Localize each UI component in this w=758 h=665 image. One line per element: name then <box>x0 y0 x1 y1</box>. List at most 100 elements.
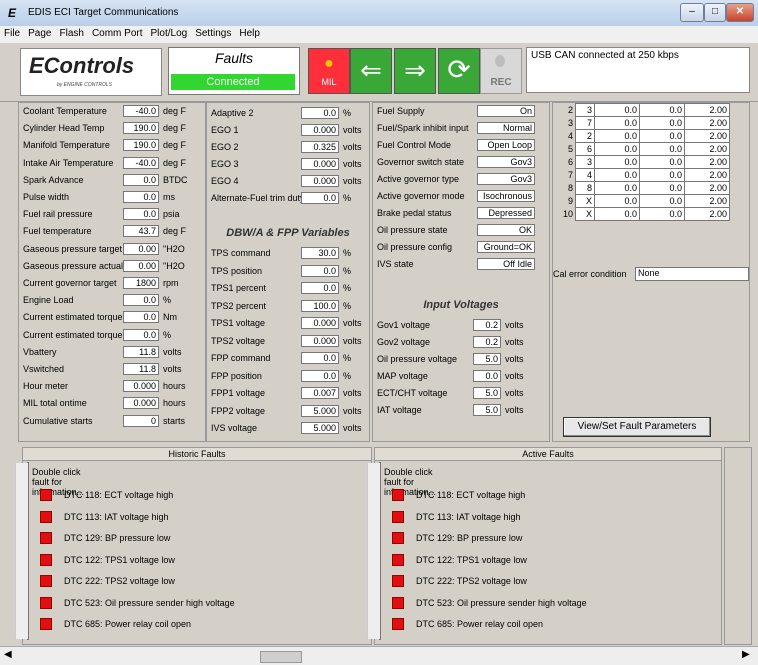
row-label: Cylinder Head Temp <box>23 123 105 134</box>
menu-settings[interactable]: Settings <box>191 26 235 41</box>
grid-cell: 2 <box>567 105 573 115</box>
menu-file[interactable]: File <box>0 26 24 41</box>
historic-faults-panel: Historic Faults Double click fault for i… <box>15 447 372 645</box>
value-row: Governor switch state Gov3 <box>373 156 549 170</box>
value-row: Fuel temperature 43.7 deg F <box>19 225 205 239</box>
value-row: Current estimated torque 0.0 Nm <box>19 311 205 325</box>
logo-brand: EControls <box>29 53 135 78</box>
value-row: Fuel Supply On <box>373 105 549 119</box>
fault-text: DTC 129: BP pressure low <box>64 533 171 543</box>
historic-scrollbar[interactable] <box>15 463 28 639</box>
lamp-icon: ● <box>324 55 334 72</box>
row-unit: volts <box>343 318 362 328</box>
value-row: Gaseous pressure target 0.00 "H2O <box>19 242 205 257</box>
row-label: MAP voltage <box>377 371 428 381</box>
grid-row: 6 3 0.0 0.0 2.00 <box>557 155 730 169</box>
row-unit: % <box>343 248 352 258</box>
row-label: Fuel Control Mode <box>377 140 452 150</box>
grid-cell: 0.0 <box>594 207 640 221</box>
row-value: -40.0 <box>123 156 159 169</box>
row-value: 190.0 <box>123 122 159 135</box>
fault-status-icon <box>40 510 52 523</box>
usb-status-box: USB CAN connected at 250 kbps <box>526 47 750 93</box>
record-button[interactable]: REC <box>480 48 522 94</box>
row-value: 30.0 <box>301 247 339 259</box>
grid-cell: 0.0 <box>639 181 685 195</box>
row-value: 0.000 <box>301 175 339 187</box>
row-unit: % <box>343 283 352 293</box>
close-button[interactable]: ✕ <box>726 3 754 22</box>
value-row: Active governor type Gov3 <box>373 173 549 187</box>
maximize-button[interactable]: □ <box>704 3 726 22</box>
value-row: TPS1 percent 0.0% <box>207 282 369 296</box>
mil-button[interactable]: ● MIL <box>308 48 350 94</box>
menu-help[interactable]: Help <box>235 26 264 41</box>
scroll-left-icon[interactable]: ◀ <box>4 649 12 660</box>
row-label: Vbattery <box>23 346 57 357</box>
fault-status-icon <box>392 618 404 630</box>
row-unit: "H2O <box>163 243 185 254</box>
menu-page[interactable]: Page <box>24 26 55 41</box>
value-row: EGO 3 0.000 volts <box>207 158 369 172</box>
value-row: TPS command 30.0% <box>207 247 369 261</box>
grid-cell: 0.0 <box>594 181 640 195</box>
fault-text: DTC 122: TPS1 voltage low <box>64 554 175 565</box>
row-label: Fuel Supply <box>377 106 425 116</box>
fault-status-icon <box>40 553 52 566</box>
fault-text: DTC 222: TPS2 voltage low <box>64 576 175 586</box>
row-unit: deg F <box>163 157 187 168</box>
value-row: Oil pressure config Ground=OK <box>373 241 549 255</box>
fault-status-icon <box>40 596 52 609</box>
row-value: 0.0 <box>301 192 339 204</box>
fault-status-icon <box>392 510 404 523</box>
grid-cell: 3 <box>575 103 595 117</box>
minimize-button[interactable]: – <box>680 3 704 22</box>
grid-cell: 7 <box>567 170 573 180</box>
active-faults-list[interactable]: Double click fault for information... DT… <box>367 462 587 640</box>
value-row: Adaptive 2 0.0% <box>207 107 369 121</box>
row-unit: psia <box>163 209 180 220</box>
row-unit: "H2O <box>163 260 185 271</box>
menu-comm-port[interactable]: Comm Port <box>88 26 147 41</box>
value-row: Fuel/Spark inhibit input Normal <box>373 122 549 136</box>
refresh-button[interactable]: ⟳ <box>438 48 480 94</box>
horizontal-scrollbar[interactable]: ◀ ▶ <box>0 646 758 665</box>
row-label: Gaseous pressure actual <box>23 260 124 271</box>
row-value: 5.000 <box>301 422 339 434</box>
view-set-fault-parameters-button[interactable]: View/Set Fault Parameters <box>563 417 711 437</box>
active-scrollbar[interactable] <box>367 463 380 639</box>
menu-flash[interactable]: Flash <box>55 26 87 41</box>
row-label: TPS1 percent <box>211 283 267 293</box>
value-row: Gov2 voltage 0.2 volts <box>373 336 549 350</box>
value-row: TPS2 voltage 0.000 volts <box>207 334 369 349</box>
row-label: Spark Advance <box>23 174 84 185</box>
next-page-button[interactable]: ⇒ <box>394 48 436 94</box>
row-label: Oil pressure voltage <box>377 354 458 364</box>
row-value: Ground=OK <box>477 241 535 253</box>
row-value: 11.8 <box>123 363 159 375</box>
row-label: Current estimated torque <box>23 329 123 340</box>
value-row: Fuel Control Mode Open Loop <box>373 139 549 153</box>
ego-dbw-panel: Adaptive 2 0.0% EGO 1 0.000 volts EGO 2 0.325 v… <box>206 102 370 442</box>
fault-text: DTC 118: ECT voltage high <box>64 490 174 500</box>
row-unit: % <box>343 300 352 311</box>
fault-status-icon <box>392 489 404 501</box>
menu-plot-log[interactable]: Plot/Log <box>147 26 192 41</box>
historic-faults-list[interactable]: Double click fault for information... DT… <box>15 462 235 640</box>
previous-page-button[interactable]: ⇐ <box>350 48 392 94</box>
scroll-right-icon[interactable]: ▶ <box>742 649 750 660</box>
row-value: 0.000 <box>301 317 339 329</box>
menu-bar: File Page Flash Comm Port Plot/Log Settings He… <box>0 26 758 43</box>
row-unit: volts <box>505 354 524 364</box>
injector-grid-panel: 2 3 0.0 0.0 2.00 3 7 0.0 0.0 2.00 4 2 0.0 0.0 2.00 5 6 0.… <box>552 102 750 442</box>
row-label: Gov1 voltage <box>377 320 431 330</box>
value-row: Manifold Temperature 190.0 deg F <box>19 139 205 153</box>
row-value: 0 <box>123 414 159 427</box>
row-value: 0.007 <box>301 387 339 399</box>
faults-indicator: Faults Connected <box>168 47 300 95</box>
scroll-thumb[interactable] <box>260 651 302 663</box>
row-value: 1800 <box>123 277 159 289</box>
value-row: Coolant Temperature -40.0 deg F <box>19 105 205 119</box>
row-unit: % <box>343 265 352 276</box>
rec-label: REC <box>490 77 512 88</box>
